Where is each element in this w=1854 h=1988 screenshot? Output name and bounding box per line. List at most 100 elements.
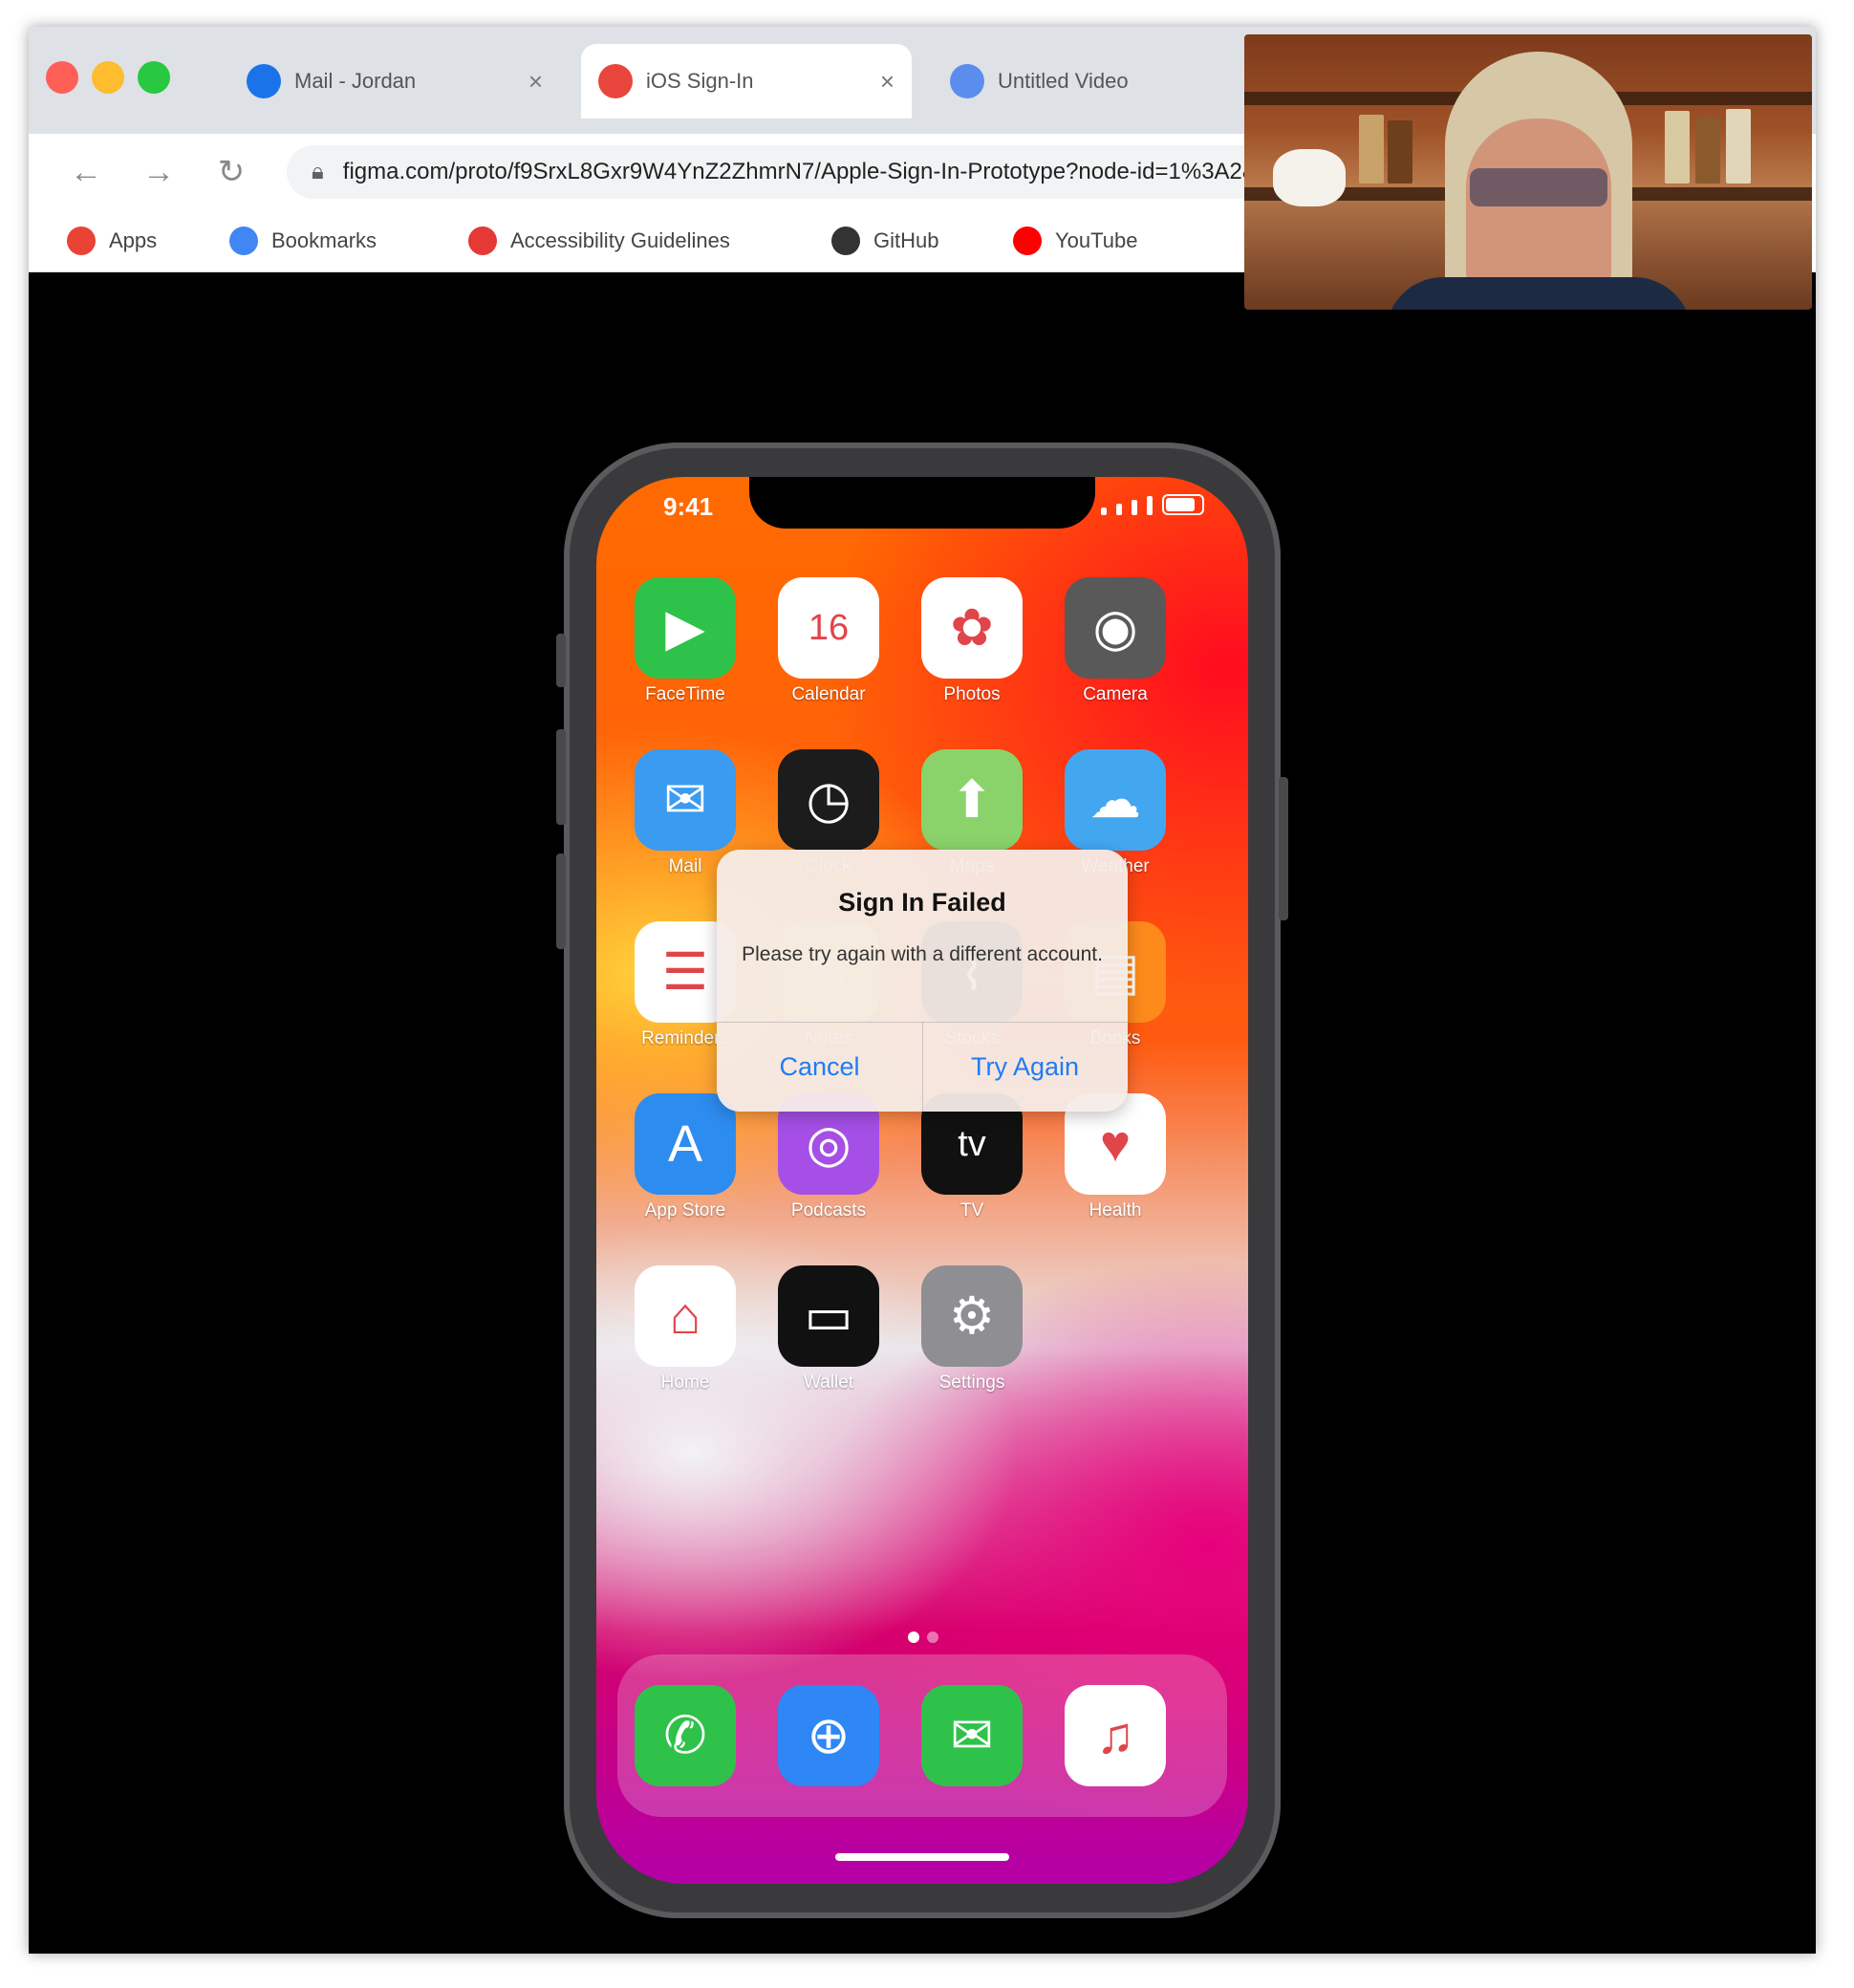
mute-switch — [556, 634, 566, 687]
book — [1695, 117, 1720, 184]
page-dot — [908, 1631, 919, 1643]
phone-icon: ✆ — [663, 1707, 707, 1764]
app-label: Wallet — [803, 1372, 854, 1393]
app-settings[interactable]: ⚙ — [921, 1265, 1023, 1367]
app-label: Home — [660, 1372, 710, 1393]
alert-title: Sign In Failed — [838, 888, 1006, 917]
close-window-button[interactable] — [46, 61, 78, 94]
minimize-window-button[interactable] — [92, 61, 124, 94]
app-mail[interactable]: ✉ — [635, 749, 736, 851]
alert-cancel-button[interactable]: Cancel — [717, 1022, 922, 1112]
app-facetime[interactable]: ▶ — [635, 577, 736, 679]
person-shoulders — [1386, 277, 1692, 310]
signal-icon — [1101, 508, 1107, 515]
prototype-viewer: 9:41 ▶ FaceTime 16 Calendar ✿ Photos ◉ Camera ✉ M… — [29, 272, 1816, 1954]
app-label: Photos — [943, 684, 1001, 704]
webcam-overlay — [1244, 34, 1812, 310]
video-favicon-icon — [950, 64, 984, 98]
tab-close-icon[interactable]: × — [880, 67, 895, 97]
app-phone[interactable]: ✆ — [635, 1685, 736, 1786]
lock-icon: 🔒︎ — [312, 159, 324, 184]
weather-icon: ☁ — [1089, 771, 1141, 829]
photos-pinwheel-icon: ✿ — [950, 599, 994, 657]
app-calendar[interactable]: 16 — [778, 577, 879, 679]
back-arrow-icon[interactable]: ← — [63, 149, 109, 195]
tv-icon: tv — [958, 1124, 986, 1164]
figma-favicon-icon — [598, 64, 633, 98]
camera-icon: ◉ — [1092, 599, 1138, 657]
browser-window: Mail - Jordan × iOS Sign-In × Untitled V… — [29, 27, 1816, 1954]
app-photos[interactable]: ✿ — [921, 577, 1023, 679]
app-store-icon: A — [667, 1115, 703, 1173]
tab-ios-sign-in[interactable]: iOS Sign-In × — [581, 44, 912, 119]
book — [1726, 109, 1751, 184]
app-label: FaceTime — [645, 684, 725, 704]
book — [1359, 115, 1384, 184]
youtube-icon — [1013, 227, 1042, 255]
status-time: 9:41 — [663, 492, 714, 521]
accessibility-icon — [468, 227, 497, 255]
envelope-icon: ✉ — [663, 771, 707, 829]
battery-icon — [1162, 494, 1204, 515]
bookmark-label: Accessibility Guidelines — [510, 228, 730, 252]
app-safari[interactable]: ⊕ — [778, 1685, 879, 1786]
app-clock[interactable]: ◷ — [778, 749, 879, 851]
power-button — [1279, 777, 1288, 920]
person-glasses — [1470, 168, 1607, 206]
bookmark-github[interactable]: GitHub — [831, 224, 938, 258]
tab-label: Mail - Jordan — [294, 69, 417, 93]
home-indicator[interactable] — [835, 1853, 1009, 1861]
bookmark-label: Bookmarks — [271, 228, 377, 252]
app-label: Calendar — [791, 684, 866, 704]
tab-mail[interactable]: Mail - Jordan × — [229, 44, 560, 119]
app-messages[interactable]: ✉ — [921, 1685, 1023, 1786]
video-camera-icon: ▶ — [665, 599, 705, 657]
book — [1665, 111, 1690, 184]
app-label: Podcasts — [790, 1200, 867, 1221]
apps-grid-icon — [67, 227, 96, 255]
bookmark-accessibility[interactable]: Accessibility Guidelines — [468, 224, 730, 258]
lamp — [1273, 149, 1346, 206]
wallet-icon: ▭ — [804, 1287, 853, 1345]
reload-icon[interactable]: ↻ — [208, 149, 254, 195]
alert-try-again-button[interactable]: Try Again — [922, 1022, 1128, 1112]
app-maps[interactable]: ⬆ — [921, 749, 1023, 851]
messages-icon: ✉ — [950, 1707, 994, 1764]
app-label: App Store — [644, 1200, 726, 1221]
map-icon: ⬆ — [950, 771, 994, 829]
book — [1388, 120, 1412, 184]
bookmark-youtube[interactable]: YouTube — [1013, 224, 1137, 258]
page-dot — [927, 1631, 938, 1643]
app-label: Health — [1089, 1200, 1142, 1221]
maximize-window-button[interactable] — [138, 61, 170, 94]
mail-favicon-icon — [247, 64, 281, 98]
tab-video[interactable]: Untitled Video — [933, 44, 1219, 119]
bookmark-star-icon — [229, 227, 258, 255]
home-icon: ⌂ — [669, 1287, 701, 1345]
alert-dialog: Sign In Failed Please try again with a d… — [717, 850, 1128, 1112]
app-wallet[interactable]: ▭ — [778, 1265, 879, 1367]
alert-message: Please try again with a different accoun… — [742, 943, 1103, 965]
iphone-frame: 9:41 ▶ FaceTime 16 Calendar ✿ Photos ◉ Camera ✉ M… — [556, 443, 1288, 1918]
app-label: Camera — [1083, 684, 1148, 704]
volume-down-button — [556, 854, 566, 949]
podcasts-icon: ◎ — [806, 1115, 852, 1173]
bookmark-apps[interactable]: Apps — [67, 224, 157, 258]
github-icon — [831, 227, 860, 255]
heart-icon: ♥ — [1099, 1115, 1132, 1173]
app-weather[interactable]: ☁ — [1065, 749, 1166, 851]
bookmark-label: Apps — [109, 228, 158, 252]
calendar-icon: 16 — [808, 608, 850, 648]
app-label: TV — [959, 1200, 984, 1221]
app-music[interactable]: ♫ — [1065, 1685, 1166, 1786]
app-home[interactable]: ⌂ — [635, 1265, 736, 1367]
forward-arrow-icon[interactable]: → — [136, 149, 182, 195]
volume-up-button — [556, 729, 566, 825]
clock-icon: ◷ — [806, 771, 852, 829]
bookmark-label: YouTube — [1055, 228, 1138, 252]
music-icon: ♫ — [1095, 1707, 1135, 1764]
bookmark-bookmarks[interactable]: Bookmarks — [229, 224, 377, 258]
settings-gear-icon: ⚙ — [948, 1287, 996, 1345]
app-camera[interactable]: ◉ — [1065, 577, 1166, 679]
tab-close-icon[interactable]: × — [528, 67, 543, 97]
